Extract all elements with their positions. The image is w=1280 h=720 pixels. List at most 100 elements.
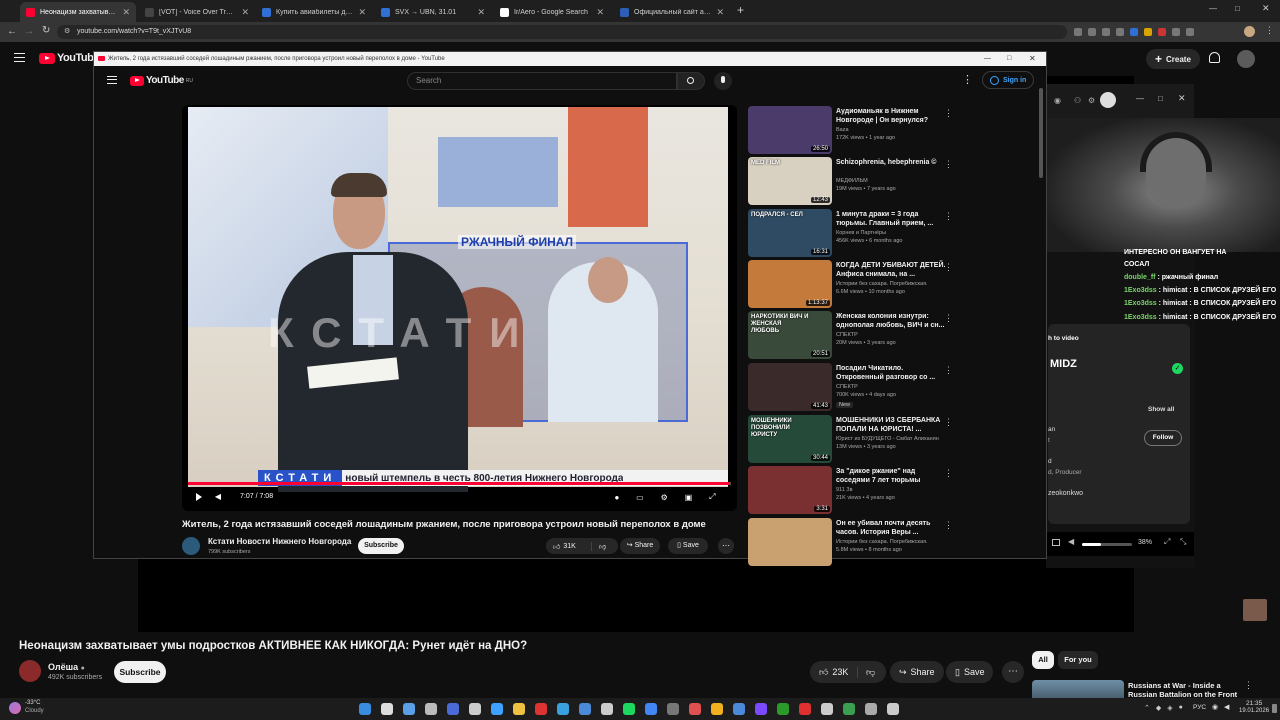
app-icon[interactable] [601, 703, 613, 715]
related-video-item[interactable]: 1:13:37 КОГДА ДЕТИ УБИВАЮТ ДЕТЕЙ. Анфиса … [748, 260, 978, 308]
related-video-channel[interactable]: 911 Зв [836, 487, 954, 493]
related-video-thumbnail[interactable]: МОШЕННИКИ ПОЗВОНИЛИ ЮРИСТУ 30:44 [748, 415, 832, 463]
show-all-link[interactable]: Show all [1148, 406, 1174, 413]
tab-close-icon[interactable]: ✕ [241, 7, 249, 18]
tab-close-icon[interactable]: ✕ [596, 7, 604, 18]
device-icon[interactable] [1052, 539, 1060, 546]
next-video-thumbnail[interactable] [1032, 680, 1124, 698]
app-icon[interactable] [535, 703, 547, 715]
related-video-thumbnail[interactable]: 3:31 [748, 466, 832, 514]
related-video-item[interactable]: 3:31 За "дикое ржание" над соседями 7 лет… [748, 466, 978, 514]
related-video-thumbnail[interactable] [748, 518, 832, 566]
spotify-icon[interactable] [623, 703, 635, 715]
app-icon[interactable] [843, 703, 855, 715]
related-video-title[interactable]: Посадил Чикатило. Откровенный разговор с… [836, 364, 948, 382]
edge-icon[interactable] [557, 703, 569, 715]
popup-search-box[interactable]: Search [407, 72, 677, 90]
profile-avatar[interactable] [1244, 26, 1255, 37]
main-save-button[interactable]: ▯ Save [946, 661, 994, 683]
volume-icon[interactable]: ◀ [1068, 537, 1074, 546]
related-video-menu-icon[interactable]: ⋮ [944, 262, 953, 273]
video-progress-bar[interactable] [188, 482, 731, 485]
tray-network-icon[interactable]: ◉ [1212, 703, 1218, 711]
tray-chevron-icon[interactable]: ⌃ [1144, 704, 1150, 712]
browser-tab[interactable]: [VOT] - Voice Over Translation ✕ [139, 2, 255, 22]
subtitles-icon[interactable]: ▭ [636, 493, 644, 502]
related-video-title[interactable]: 1 минута драки = 3 года тюрьмы. Главный … [836, 210, 948, 228]
main-subscribe-button[interactable]: Subscribe [114, 661, 166, 683]
browser-tab[interactable]: SVX → UBN, 31.01 ✕ [375, 2, 491, 22]
site-info-icon[interactable]: ⚙ [64, 25, 70, 39]
switch-to-video-link[interactable]: h to video [1048, 335, 1079, 342]
related-video-title[interactable]: Он ее убивал почти десять часов. История… [836, 519, 948, 537]
start-menu-icon[interactable] [359, 703, 371, 715]
related-video-item[interactable]: 41:43 Посадил Чикатило. Откровенный разго… [748, 363, 978, 411]
create-button[interactable]: + Create [1146, 49, 1200, 69]
popup-channel-avatar[interactable] [182, 537, 200, 555]
search-taskbar-icon[interactable] [381, 703, 393, 715]
app-icon[interactable] [733, 703, 745, 715]
app-icon[interactable] [579, 703, 591, 715]
popup-youtube-logo[interactable]: YouTube RU [130, 75, 193, 86]
related-video-item[interactable]: MED FILM 12:43 Schizophrenia, hebephrenia … [748, 157, 978, 205]
chat-username[interactable]: double_ff [1124, 274, 1156, 281]
app-icon[interactable] [447, 703, 459, 715]
related-video-menu-icon[interactable]: ⋮ [944, 468, 953, 479]
related-video-channel[interactable]: МЕДФИЛЬМ [836, 178, 954, 184]
app-icon[interactable] [777, 703, 789, 715]
task-view-icon[interactable] [403, 703, 415, 715]
like-button[interactable]: 👍︎ 31K [546, 541, 592, 551]
tray-volume-icon[interactable]: ◀ [1224, 703, 1229, 711]
expand-icon[interactable]: ⤡ [1180, 537, 1186, 547]
popup-share-button[interactable]: ↪ Share [620, 538, 660, 554]
extensions-icons[interactable] [1074, 28, 1194, 36]
overlay-close-icon[interactable]: ✕ [1178, 93, 1186, 104]
popup-subscribe-button[interactable]: Subscribe [358, 538, 404, 554]
app-icon[interactable] [469, 703, 481, 715]
related-video-item[interactable]: Он ее убивал почти десять часов. История… [748, 518, 978, 566]
main-more-actions-button[interactable]: ⋯ [1002, 661, 1024, 683]
widgets-icon[interactable] [425, 703, 437, 715]
notifications-bell-icon[interactable] [1209, 52, 1220, 63]
tab-close-icon[interactable]: ✕ [358, 7, 366, 18]
related-video-menu-icon[interactable]: ⋮ [944, 520, 953, 531]
popup-hamburger-icon[interactable] [107, 76, 117, 84]
popup-settings-dots-icon[interactable]: ⋮ [962, 73, 973, 86]
related-video-menu-icon[interactable]: ⋮ [944, 313, 953, 324]
related-video-menu-icon[interactable]: ⋮ [944, 108, 953, 119]
tray-app-icon[interactable]: ◆ [1156, 704, 1161, 712]
dislike-button[interactable]: 👎︎ [592, 542, 606, 551]
related-video-channel[interactable]: Юрист из БУДУЩЕГО - Смбат Алиханян [836, 436, 954, 442]
browser-tab[interactable]: Купить авиабилеты дешево о ✕ [256, 2, 372, 22]
next-video-title[interactable]: Russians at War - Inside a Russian Batta… [1128, 681, 1238, 698]
main-dislike-button[interactable]: 👎︎ [858, 667, 875, 678]
overlay-icon-3[interactable]: ⚙ [1088, 96, 1095, 105]
app-icon[interactable] [711, 703, 723, 715]
window-minimize-button[interactable]: — [1209, 4, 1217, 13]
related-video-title[interactable]: МОШЕННИКИ ИЗ СБЕРБАНКА ПОПАЛИ НА ЮРИСТА!… [836, 416, 948, 434]
related-video-menu-icon[interactable]: ⋮ [944, 417, 953, 428]
chip-for-you[interactable]: For you [1058, 651, 1098, 669]
chat-username[interactable]: 1Exo3dss [1124, 300, 1157, 307]
tray-icons[interactable]: ⌃ ◆ ◈ ● [1144, 704, 1183, 712]
related-video-thumbnail[interactable]: 1:13:37 [748, 260, 832, 308]
related-video-channel[interactable]: Baza [836, 127, 954, 133]
related-video-channel[interactable]: Корнев и Партнёры [836, 230, 954, 236]
overlay-minimize-icon[interactable]: — [1136, 94, 1144, 103]
tray-app-icon-3[interactable]: ● [1179, 704, 1183, 712]
related-video-item[interactable]: НАРКОТИКИ ВИЧ И ЖЕНСКАЯ ЛЮБОВЬ 20:51 Женск… [748, 311, 978, 359]
youtube-logo[interactable]: YouTube [39, 52, 99, 64]
overlay-avatar[interactable] [1100, 92, 1116, 108]
popup-more-actions-button[interactable]: ⋯ [718, 538, 734, 554]
related-video-thumbnail[interactable]: MED FILM 12:43 [748, 157, 832, 205]
video-player[interactable]: РЖАЧНЫЙ ФИНАЛ КСТАТИ КСТАТИ новый штемпе… [182, 105, 737, 511]
discord-icon[interactable] [755, 703, 767, 715]
tray-app-icon-2[interactable]: ◈ [1167, 704, 1172, 712]
window-close-button[interactable]: ✕ [1262, 3, 1270, 14]
main-like-button[interactable]: 👍︎ 23K [810, 666, 858, 678]
settings-gear-icon[interactable]: ⚙ [661, 493, 668, 502]
related-video-title[interactable]: Schizophrenia, hebephrenia © [836, 158, 948, 167]
overlay-maximize-icon[interactable]: □ [1158, 94, 1163, 103]
sign-in-button[interactable]: Sign in [982, 71, 1035, 89]
browser-tab[interactable]: Ir/Aero - Google Search ✕ [494, 2, 610, 22]
